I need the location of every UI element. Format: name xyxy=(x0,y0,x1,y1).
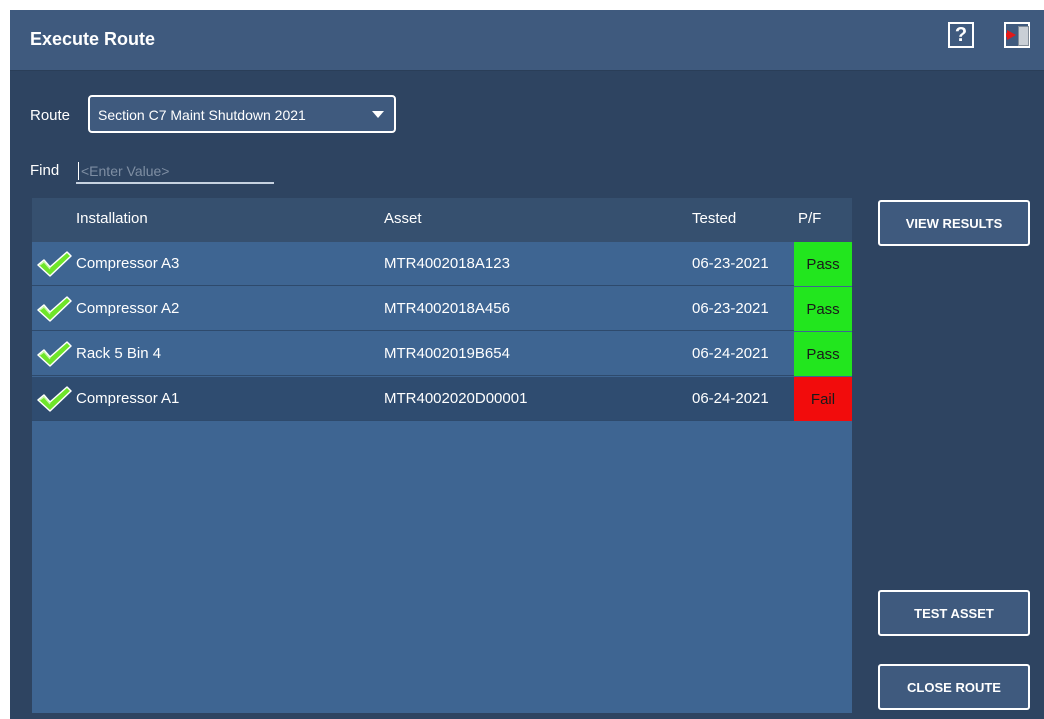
exit-button[interactable] xyxy=(1004,22,1030,48)
tested-cell: 06-23-2021 xyxy=(692,255,769,272)
table-row[interactable]: Compressor A2 MTR4002018A456 06-23-2021 Pas… xyxy=(32,287,852,331)
test-asset-button[interactable]: TEST ASSET xyxy=(878,590,1030,636)
find-input[interactable]: <Enter Value> xyxy=(76,160,274,184)
find-label: Find xyxy=(30,162,60,179)
tested-cell: 06-23-2021 xyxy=(692,300,769,317)
route-label: Route xyxy=(30,107,71,124)
asset-cell: MTR4002018A456 xyxy=(384,300,510,317)
page-title: Execute Route xyxy=(30,29,156,49)
asset-cell: MTR4002019B654 xyxy=(384,345,510,362)
execute-route-window: Execute Route ? Route Section C7 Maint S… xyxy=(10,10,1044,719)
installation-cell: Rack 5 Bin 4 xyxy=(76,345,162,362)
title-bar: Execute Route ? xyxy=(10,10,1044,71)
checkmark-icon xyxy=(37,251,72,277)
result-badge: Pass xyxy=(794,287,852,331)
table-row[interactable]: Compressor A3 MTR4002018A123 06-23-2021 Pas… xyxy=(32,242,852,286)
result-badge: Fail xyxy=(794,377,852,421)
find-placeholder: <Enter Value> xyxy=(81,163,170,179)
installation-cell: Compressor A3 xyxy=(76,255,180,272)
checkmark-icon xyxy=(37,386,72,412)
close-route-button[interactable]: CLOSE ROUTE xyxy=(878,664,1030,710)
table-header: Installation Asset Tested P/F xyxy=(32,198,852,242)
tested-cell: 06-24-2021 xyxy=(692,390,769,407)
installation-cell: Compressor A2 xyxy=(76,300,180,317)
checkmark-icon xyxy=(37,296,72,322)
column-header-installation[interactable]: Installation xyxy=(76,210,148,227)
asset-cell: MTR4002018A123 xyxy=(384,255,510,272)
result-badge: Pass xyxy=(794,332,852,376)
installation-cell: Compressor A1 xyxy=(76,390,180,407)
checkmark-icon xyxy=(37,341,72,367)
column-header-asset[interactable]: Asset xyxy=(384,210,422,227)
route-table: Installation Asset Tested P/F Compressor… xyxy=(32,198,852,713)
view-results-button[interactable]: VIEW RESULTS xyxy=(878,200,1030,246)
asset-cell: MTR4002020D00001 xyxy=(384,390,528,407)
table-row[interactable]: Rack 5 Bin 4 MTR4002019B654 06-24-2021 Pass xyxy=(32,332,852,376)
result-badge: Pass xyxy=(794,242,852,286)
tested-cell: 06-24-2021 xyxy=(692,345,769,362)
column-header-tested[interactable]: Tested xyxy=(692,210,736,227)
text-cursor xyxy=(78,162,79,180)
chevron-down-icon xyxy=(372,111,384,118)
column-header-pf[interactable]: P/F xyxy=(798,210,821,227)
table-row[interactable]: Compressor A1 MTR4002020D00001 06-24-2021 F… xyxy=(32,377,852,421)
help-icon: ? xyxy=(954,24,968,46)
help-button[interactable]: ? xyxy=(948,22,974,48)
route-selected-value: Section C7 Maint Shutdown 2021 xyxy=(98,107,306,123)
route-dropdown[interactable]: Section C7 Maint Shutdown 2021 xyxy=(88,95,396,133)
